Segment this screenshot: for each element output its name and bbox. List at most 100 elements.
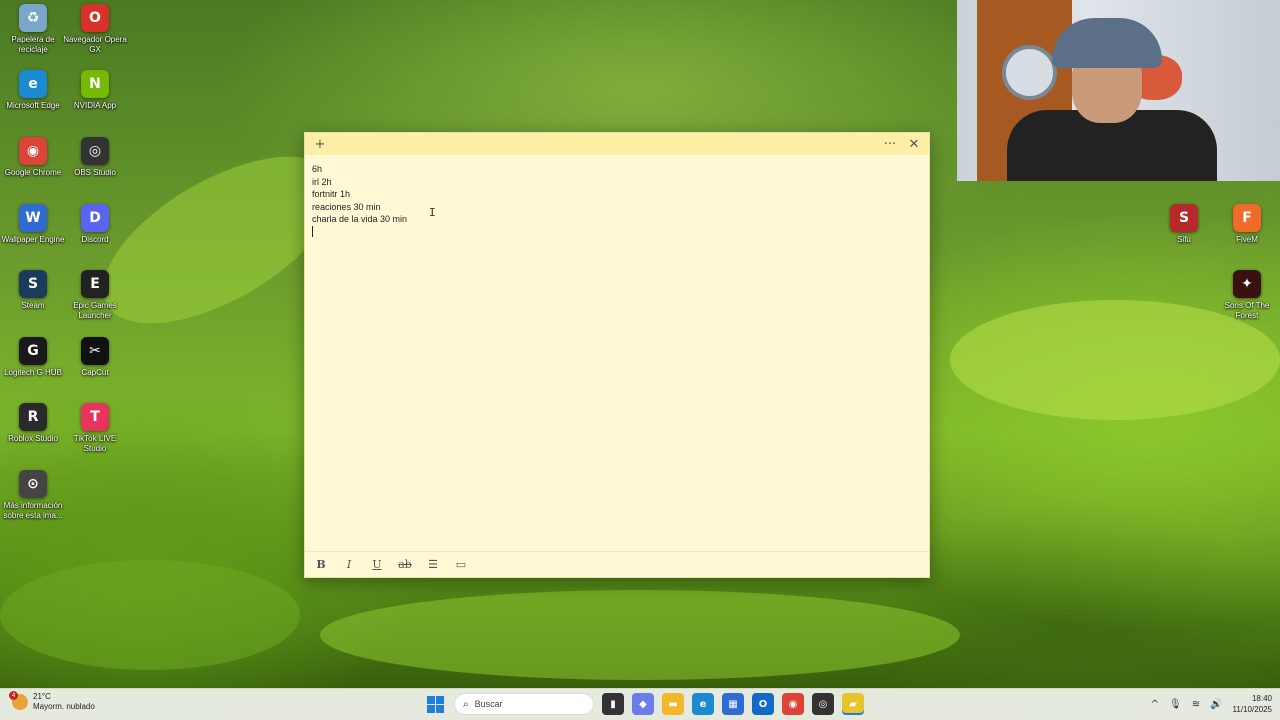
bold-button[interactable]: B [311, 555, 331, 575]
note-line: charla de la vida 30 min [312, 214, 408, 224]
desktop-shortcut-label: Logitech G HUB [4, 368, 62, 377]
microphone-icon[interactable]: 🎙 [1169, 699, 1182, 710]
weather-temperature: 21°C [33, 692, 51, 701]
desktop-shortcut-label: TikTok LIVE Studio [73, 434, 117, 453]
desktop-shortcut-label: Google Chrome [4, 168, 62, 177]
desktop-shortcut-label: FiveM [1236, 235, 1258, 244]
note-line: reaciones 30 min [312, 201, 381, 212]
desktop-shortcut[interactable]: ✦ Sons Of The Forest [1214, 270, 1280, 321]
chrome-taskbar-icon[interactable]: ◉ [782, 693, 804, 715]
desktop-shortcut[interactable]: R Roblox Studio [0, 403, 66, 444]
obs-taskbar-icon[interactable]: ◎ [812, 693, 834, 715]
windows-logo-icon [426, 695, 435, 704]
weather-description: Mayorm. nublado [33, 702, 95, 711]
desktop-shortcut-label: Roblox Studio [8, 434, 58, 443]
weather-icon: 4 [9, 691, 28, 710]
more-options-icon[interactable]: ··· [881, 135, 899, 153]
desktop-shortcut[interactable]: O Navegador Opera GX [62, 4, 128, 55]
sticky-note-window: + ··· ✕ 6h irl 2h fortnitr 1h reaciones … [304, 132, 930, 578]
wallpaper-foliage [320, 590, 960, 680]
clock-date: 11/10/2025 [1232, 705, 1272, 714]
edge-taskbar-icon[interactable]: e [692, 693, 714, 715]
desktop-shortcut[interactable]: N NVIDIA App [62, 70, 128, 111]
desktop-shortcut-label: CapCut [81, 368, 109, 377]
clock[interactable]: 18:40 11/10/2025 [1233, 693, 1272, 715]
search-icon: ⌕ [463, 698, 469, 710]
close-icon[interactable]: ✕ [905, 135, 923, 153]
desktop-shortcut[interactable]: E Epic Games Launcher [62, 270, 128, 321]
notification-badge: 4 [9, 691, 18, 700]
desktop-shortcut[interactable]: ✂ CapCut [62, 337, 128, 378]
clock-time: 18:40 [1251, 694, 1272, 703]
tiktok-live-icon: T [81, 403, 109, 431]
desktop-shortcut-label: Epic Games Launcher [73, 301, 117, 320]
note-text-area[interactable]: 6h irl 2h fortnitr 1h reaciones 30 min c… [305, 155, 929, 551]
chrome-icon: ◉ [19, 137, 47, 165]
desktop-shortcut-label: Papelera de reciclaje [11, 35, 55, 54]
wallpaper-engine-icon: W [19, 204, 47, 232]
wifi-icon[interactable]: ≋ [1192, 699, 1200, 710]
desktop-shortcut[interactable]: ⊙ Más información sobre esta ima... [0, 470, 66, 521]
desktop-shortcut-label: OBS Studio [74, 168, 116, 177]
store-icon[interactable]: ▦ [722, 693, 744, 715]
desktop-shortcut[interactable]: ◉ Google Chrome [0, 137, 66, 178]
desktop-shortcut-label: Más información sobre esta ima... [3, 501, 63, 520]
underline-button[interactable]: U [367, 555, 387, 575]
file-explorer-icon[interactable]: ▬ [662, 693, 684, 715]
recycle-bin-icon: ♻ [19, 4, 47, 32]
webcam-overlay [957, 0, 1280, 181]
desktop-shortcut[interactable]: e Microsoft Edge [0, 70, 66, 111]
desktop-shortcut[interactable]: T TikTok LIVE Studio [62, 403, 128, 454]
desktop-shortcut[interactable]: G Logitech G HUB [0, 337, 66, 378]
edge-icon: e [19, 70, 47, 98]
note-line: fortnitr 1h [312, 189, 351, 199]
webcam-person-cap [1052, 18, 1162, 68]
format-toolbar: B I U ab ☰ ▭ [305, 551, 929, 577]
obs-icon: ◎ [81, 137, 109, 165]
sons-of-the-forest-icon: ✦ [1233, 270, 1261, 298]
desktop-shortcut[interactable]: ♻ Papelera de reciclaje [0, 4, 66, 55]
task-view-icon[interactable]: ▮ [602, 693, 624, 715]
desktop-shortcut-label: NVIDIA App [73, 101, 117, 110]
sticky-notes-icon[interactable]: ▰ [842, 693, 864, 715]
capcut-icon: ✂ [81, 337, 109, 365]
desktop-shortcut-label: Wallpaper Engine [1, 235, 65, 244]
sticky-note-header[interactable]: + ··· ✕ [305, 133, 929, 155]
desktop-shortcut-label: Discord [81, 235, 109, 244]
desktop-shortcut[interactable]: S Steam [0, 270, 66, 311]
desktop-shortcut-label: Steam [21, 301, 45, 310]
roblox-icon: R [19, 403, 47, 431]
system-tray: ^ 🎙 ≋ 🔊 18:40 11/10/2025 [1151, 693, 1272, 715]
wallpaper-foliage [0, 560, 300, 670]
logitech-icon: G [19, 337, 47, 365]
volume-icon[interactable]: 🔊 [1210, 699, 1222, 710]
discord-icon: D [81, 204, 109, 232]
opera-gx-icon: O [81, 4, 109, 32]
add-note-icon[interactable]: + [311, 135, 329, 153]
sifu-icon: S [1170, 204, 1198, 232]
outlook-icon[interactable]: O [752, 693, 774, 715]
desktop-shortcut[interactable]: W Wallpaper Engine [0, 204, 66, 245]
desktop-shortcut[interactable]: D Discord [62, 204, 128, 245]
search-input[interactable]: ⌕ Buscar [454, 693, 594, 715]
strikethrough-button[interactable]: ab [395, 555, 415, 575]
chevron-up-icon[interactable]: ^ [1151, 699, 1159, 710]
desktop-shortcut[interactable]: F FiveM [1214, 204, 1280, 245]
webcam-fan [1002, 45, 1057, 100]
start-button[interactable] [424, 693, 446, 715]
italic-button[interactable]: I [339, 555, 359, 575]
insert-image-icon[interactable]: ▭ [451, 555, 471, 575]
weather-widget[interactable]: 4 21°C Mayorm. nublado [9, 691, 95, 712]
nvidia-icon: N [81, 70, 109, 98]
steam-icon: S [19, 270, 47, 298]
desktop-shortcut-label: Navegador Opera GX [63, 35, 127, 54]
taskbar: 4 21°C Mayorm. nublado ⌕ Buscar ▮ ◆ ▬ e ▦ O ◉ ◎… [0, 688, 1280, 720]
desktop-shortcut[interactable]: ◎ OBS Studio [62, 137, 128, 178]
fivem-icon: F [1233, 204, 1261, 232]
note-line: irl 2h [312, 176, 332, 187]
desktop-shortcut-label: Microsoft Edge [6, 101, 60, 110]
bullet-list-icon[interactable]: ☰ [423, 555, 443, 575]
copilot-icon[interactable]: ◆ [632, 693, 654, 715]
epic-games-icon: E [81, 270, 109, 298]
desktop-shortcut[interactable]: S Sifu [1151, 204, 1217, 245]
